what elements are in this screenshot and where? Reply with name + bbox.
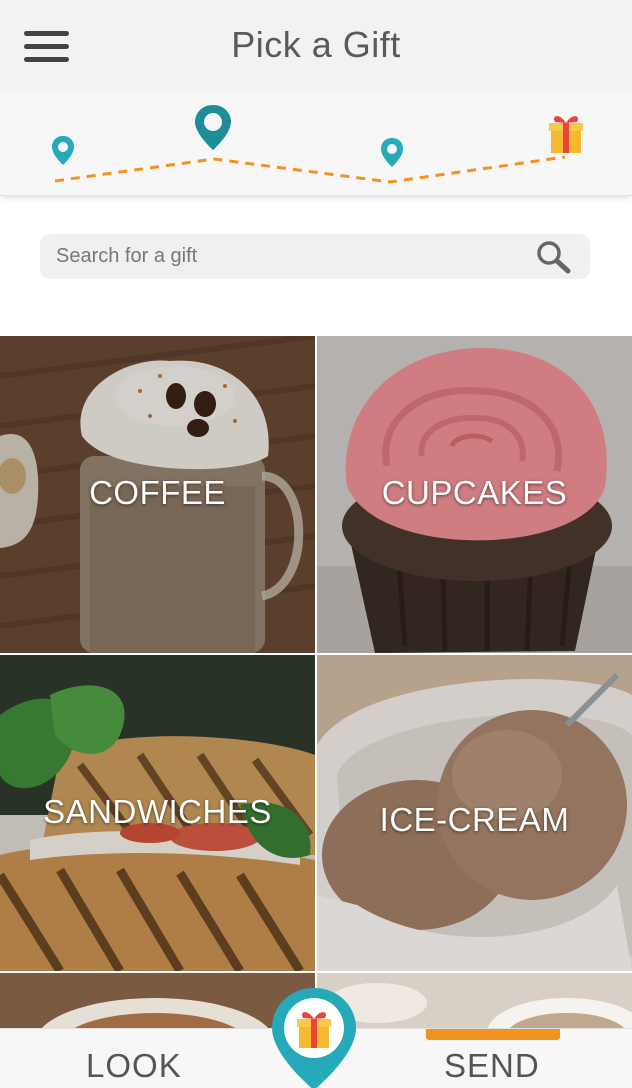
category-grid: COFFEE CUPCAKES SANDWICHES ICE-CREAM — [0, 336, 632, 1028]
category-label: SANDWICHES — [43, 793, 272, 830]
category-tile-partial[interactable] — [317, 973, 632, 1028]
page-title: Pick a Gift — [231, 24, 401, 65]
location-pin-icon[interactable] — [381, 138, 403, 167]
category-tile-sandwiches[interactable]: SANDWICHES — [0, 655, 315, 971]
category-label: CUPCAKES — [381, 474, 568, 511]
search-bar — [40, 234, 590, 279]
active-tab-indicator — [426, 1029, 560, 1040]
progress-track — [0, 93, 632, 196]
app-header: Pick a Gift — [0, 0, 632, 93]
category-label: ICE-CREAM — [379, 801, 570, 838]
category-tile-cupcakes[interactable]: CUPCAKES — [317, 336, 632, 653]
tab-send[interactable]: SEND — [444, 1047, 540, 1085]
current-location-pin-icon[interactable] — [195, 105, 231, 150]
location-pin-icon[interactable] — [52, 136, 74, 165]
category-tile-ice-cream[interactable]: ICE-CREAM — [317, 655, 632, 971]
partial-tile-image — [317, 973, 632, 1028]
center-gift-pin-button[interactable] — [270, 986, 358, 1088]
tab-look[interactable]: LOOK — [86, 1047, 182, 1085]
search-input[interactable] — [56, 234, 516, 279]
category-label: COFFEE — [89, 474, 226, 511]
category-tile-partial[interactable] — [0, 973, 315, 1028]
progress-dashed-path — [54, 155, 566, 184]
category-tile-coffee[interactable]: COFFEE — [0, 336, 315, 653]
search-icon[interactable] — [536, 240, 572, 274]
gift-icon[interactable] — [549, 116, 583, 153]
partial-tile-image — [0, 973, 315, 1028]
